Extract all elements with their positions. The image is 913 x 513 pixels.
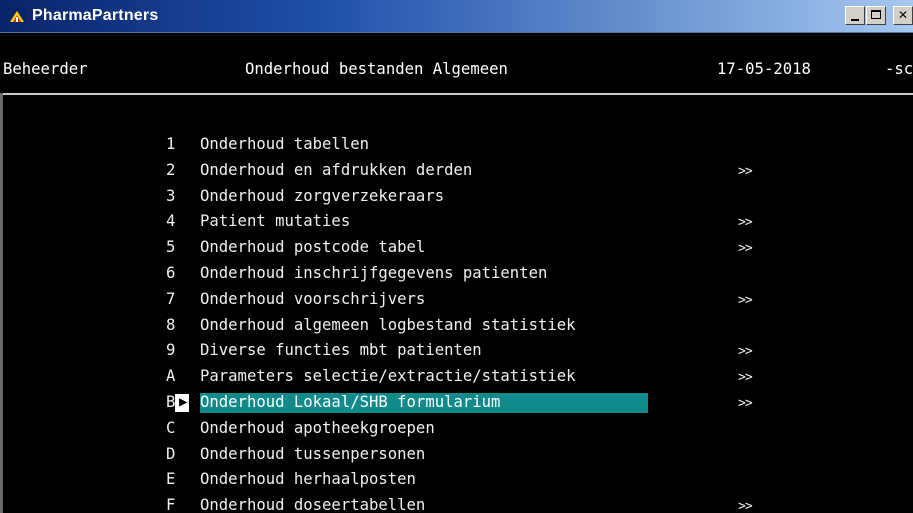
submenu-arrow-icon: >>	[738, 370, 753, 386]
main-menu: 1 Onderhoud tabellen 2 Onderhoud en afdrukk…	[0, 135, 913, 513]
menu-item-key: F	[166, 496, 176, 513]
terminal-screen[interactable]: Beheerder Onderhoud bestanden Algemeen 1…	[0, 33, 913, 513]
menu-item-key: C	[166, 418, 176, 437]
close-icon: ✕	[897, 8, 909, 22]
menu-item-3[interactable]: 3 Onderhoud zorgverzekeraars	[0, 187, 913, 213]
maximize-button[interactable]	[866, 6, 886, 25]
menu-item-8[interactable]: 8 Onderhoud algemeen logbestand statistie…	[0, 316, 913, 342]
app-window: PharmaPartners ✕ Beheerder Onderhoud bes…	[0, 0, 913, 513]
minimize-icon	[851, 19, 859, 21]
menu-item-label: Onderhoud Lokaal/SHB formularium	[200, 392, 648, 413]
screen-title: Onderhoud bestanden Algemeen	[245, 60, 508, 78]
menu-item-key: 6	[166, 263, 176, 282]
status-bar: Beheerder Onderhoud bestanden Algemeen 1…	[0, 33, 913, 95]
submenu-arrow-icon: >>	[738, 395, 753, 411]
menu-item-key: E	[166, 470, 176, 489]
menu-item-key: A	[166, 367, 176, 386]
title-bar[interactable]: PharmaPartners ✕	[0, 0, 913, 33]
menu-item-7[interactable]: 7 Onderhoud voorschrijvers >>	[0, 290, 913, 316]
menu-item-4[interactable]: 4 Patient mutaties >>	[0, 212, 913, 238]
menu-item-key: D	[166, 444, 176, 463]
menu-item-key: 2	[166, 160, 176, 179]
menu-item-label: Parameters selectie/extractie/statistiek	[200, 367, 576, 386]
minimize-button[interactable]	[845, 6, 865, 25]
menu-item-label: Onderhoud doseertabellen	[200, 496, 426, 513]
menu-item-key: 3	[166, 186, 176, 205]
menu-item-key: 9	[166, 341, 176, 360]
menu-item-5[interactable]: 5 Onderhoud postcode tabel >>	[0, 238, 913, 264]
menu-item-e[interactable]: E Onderhoud herhaalposten	[0, 470, 913, 496]
status-right-fragment: -sc	[885, 60, 913, 78]
menu-item-9[interactable]: 9 Diverse functies mbt patienten >>	[0, 341, 913, 367]
menu-item-label: Onderhoud herhaalposten	[200, 470, 416, 489]
menu-item-label: Onderhoud voorschrijvers	[200, 289, 426, 308]
submenu-arrow-icon: >>	[738, 215, 753, 231]
menu-item-label: Onderhoud algemeen logbestand statistiek	[200, 315, 576, 334]
menu-item-c[interactable]: C Onderhoud apotheekgroepen	[0, 419, 913, 445]
menu-item-6[interactable]: 6 Onderhoud inschrijfgegevens patienten	[0, 264, 913, 290]
maximize-icon	[871, 10, 881, 19]
menu-item-label: Onderhoud apotheekgroepen	[200, 418, 435, 437]
menu-item-key: 8	[166, 315, 176, 334]
pharmapartners-logo-icon	[8, 8, 26, 24]
window-title: PharmaPartners	[32, 7, 159, 24]
menu-item-b[interactable]: B ▶ Onderhoud Lokaal/SHB formularium >>	[0, 392, 913, 419]
menu-item-d[interactable]: D Onderhoud tussenpersonen	[0, 445, 913, 471]
submenu-arrow-icon: >>	[738, 241, 753, 257]
menu-item-label: Onderhoud zorgverzekeraars	[200, 186, 445, 205]
close-button[interactable]: ✕	[893, 6, 913, 25]
menu-item-1[interactable]: 1 Onderhoud tabellen	[0, 135, 913, 161]
menu-item-key: 4	[166, 212, 176, 231]
submenu-arrow-icon: >>	[738, 292, 753, 308]
submenu-arrow-icon: >>	[738, 163, 753, 179]
menu-item-f[interactable]: F Onderhoud doseertabellen >>	[0, 496, 913, 513]
submenu-arrow-icon: >>	[738, 344, 753, 360]
menu-item-key: B	[166, 392, 176, 411]
menu-item-label: Diverse functies mbt patienten	[200, 341, 482, 360]
menu-item-a[interactable]: A Parameters selectie/extractie/statistie…	[0, 367, 913, 393]
user-role: Beheerder	[3, 60, 88, 78]
submenu-arrow-icon: >>	[738, 499, 753, 513]
menu-item-label: Patient mutaties	[200, 212, 351, 231]
menu-item-key: 7	[166, 289, 176, 308]
menu-item-label: Onderhoud en afdrukken derden	[200, 160, 473, 179]
menu-item-label: Onderhoud tabellen	[200, 135, 369, 153]
current-date: 17-05-2018	[717, 60, 811, 78]
menu-item-label: Onderhoud tussenpersonen	[200, 444, 426, 463]
menu-item-label: Onderhoud postcode tabel	[200, 238, 426, 257]
cursor-arrow-icon: ▶	[179, 393, 188, 410]
menu-item-key: 1	[166, 135, 176, 153]
menu-item-2[interactable]: 2 Onderhoud en afdrukken derden >>	[0, 161, 913, 187]
menu-item-key: 5	[166, 238, 176, 257]
menu-item-label: Onderhoud inschrijfgegevens patienten	[200, 263, 548, 282]
